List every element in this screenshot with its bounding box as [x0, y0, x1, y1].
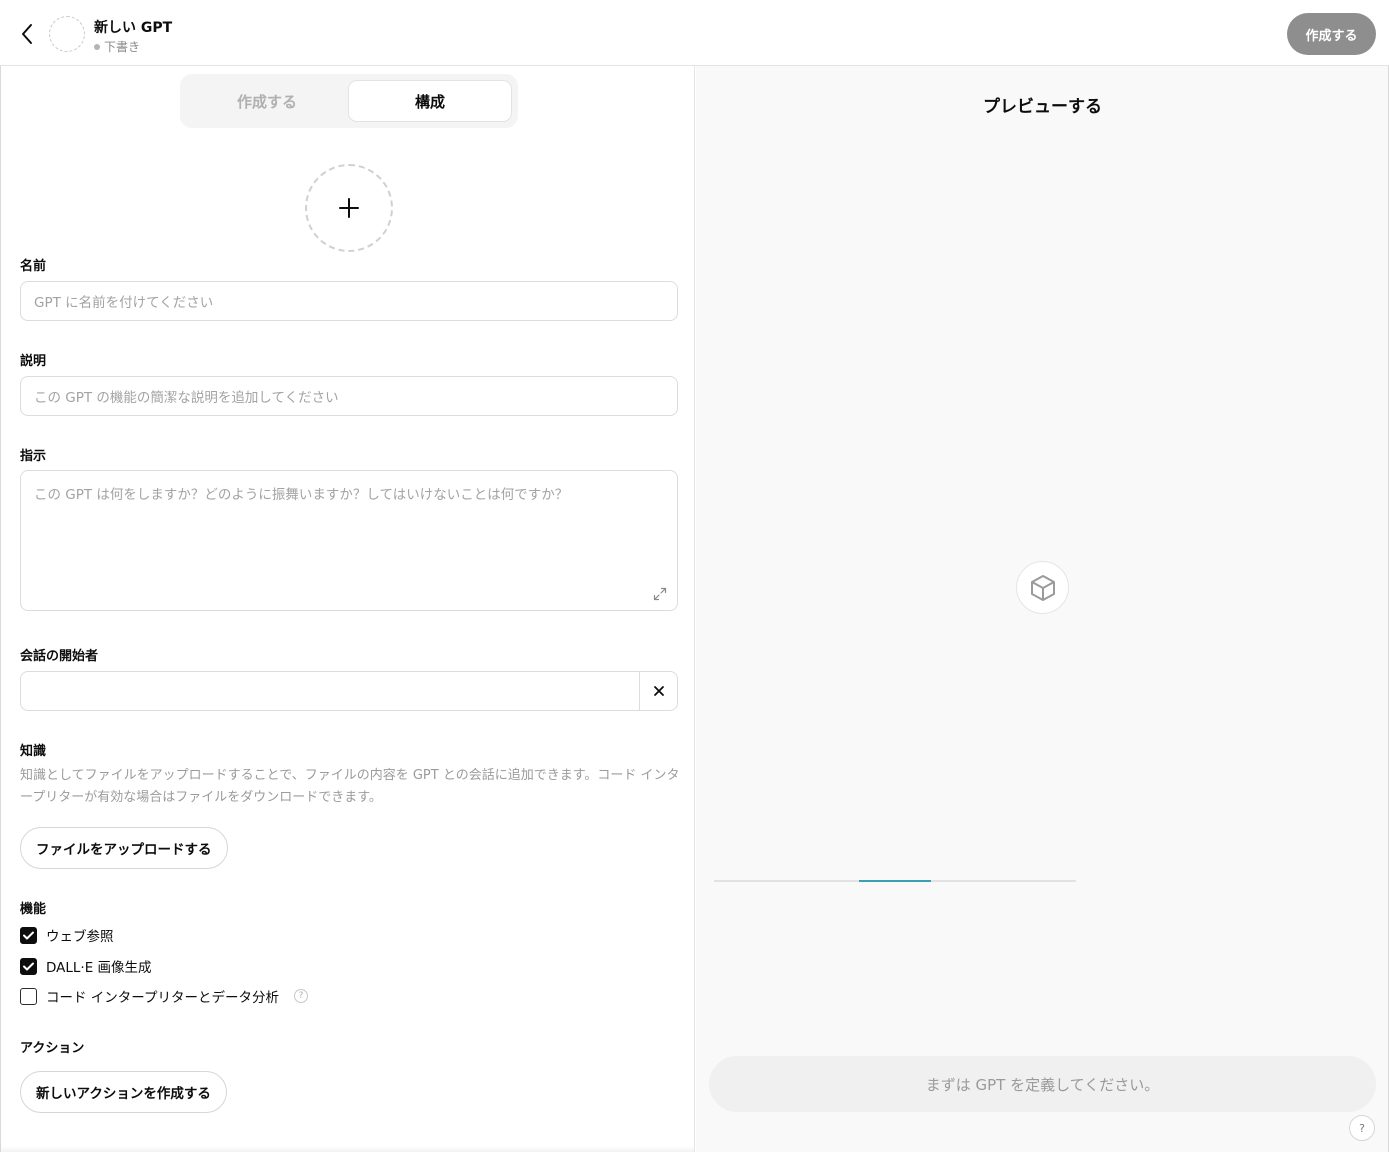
preview-panel: プレビューする まずは GPT を定義してください。 ? [696, 66, 1389, 1152]
tab-configure[interactable]: 構成 [348, 80, 512, 122]
create-button[interactable]: 作成する [1287, 13, 1376, 55]
scroll-fade [1, 1146, 694, 1152]
capabilities-label: 機能 [20, 902, 47, 917]
create-action-button[interactable]: 新しいアクションを作成する [20, 1071, 227, 1113]
actions-label: アクション [20, 1041, 85, 1056]
instructions-placeholder: この GPT は何をしますか？どのように振舞いますか？してはいけないことは何です… [34, 487, 569, 503]
preview-gpt-logo [1016, 561, 1069, 614]
capability-web-browsing: ウェブ参照 [20, 925, 114, 945]
back-button[interactable] [14, 20, 40, 48]
status-dot-icon [94, 43, 100, 50]
draft-status: 下書き [94, 38, 140, 55]
starters-label: 会話の開始者 [20, 649, 99, 664]
avatar-upload-button[interactable] [305, 164, 393, 252]
cube-icon [1030, 574, 1055, 601]
description-label: 説明 [20, 354, 47, 369]
plus-icon [339, 198, 359, 218]
knowledge-description: 知識としてファイルをアップロードすることで、ファイルの内容を GPT との会話に… [20, 768, 680, 805]
capability-code-interpreter: コード インタープリターとデータ分析 ? [20, 986, 308, 1006]
close-icon [653, 686, 664, 696]
code-interpreter-label: コード インタープリターとデータ分析 [46, 990, 279, 1006]
preview-prompt-input[interactable]: まずは GPT を定義してください。 [709, 1056, 1376, 1112]
instructions-label: 指示 [20, 449, 47, 464]
instructions-textarea[interactable]: この GPT は何をしますか？どのように振舞いますか？してはいけないことは何です… [20, 470, 678, 611]
description-placeholder: この GPT の機能の簡潔な説明を追加してください [34, 390, 339, 406]
image-generation-checkbox[interactable] [20, 957, 37, 975]
gpt-editor: 新しい GPT 下書き 作成する 作成する 構成 名前 GPT に名前を付けてく… [0, 0, 1389, 1152]
conversation-starter-row [20, 671, 678, 711]
web-browsing-label: ウェブ参照 [46, 929, 114, 945]
upload-files-button[interactable]: ファイルをアップロードする [20, 827, 228, 869]
preview-title: プレビューする [983, 97, 1102, 117]
preview-prompt-placeholder: まずは GPT を定義してください。 [925, 1075, 1160, 1094]
gpt-avatar-placeholder [49, 16, 85, 52]
loading-progress-fill [858, 880, 932, 882]
remove-starter-button[interactable] [639, 672, 677, 710]
name-input[interactable]: GPT に名前を付けてください [20, 281, 678, 321]
code-interpreter-checkbox[interactable] [20, 987, 37, 1005]
image-generation-label: DALL·E 画像生成 [46, 960, 152, 976]
chevron-left-icon [22, 24, 32, 44]
conversation-starter-input[interactable] [21, 672, 639, 710]
tab-create[interactable]: 作成する [186, 80, 348, 122]
question-icon[interactable]: ? [293, 989, 308, 1003]
checkmark-icon [23, 931, 34, 939]
checkmark-icon [23, 962, 34, 970]
expand-icon[interactable] [652, 586, 668, 602]
description-input[interactable]: この GPT の機能の簡潔な説明を追加してください [20, 376, 678, 416]
status-label: 下書き [104, 40, 141, 54]
name-placeholder: GPT に名前を付けてください [34, 295, 214, 311]
help-button[interactable]: ? [1349, 1115, 1375, 1141]
top-bar: 新しい GPT 下書き 作成する [0, 0, 1389, 66]
mode-tabs: 作成する 構成 [180, 74, 518, 128]
configure-panel: 作成する 構成 名前 GPT に名前を付けてください 説明 この GPT の機能… [0, 66, 695, 1152]
knowledge-label: 知識 [20, 744, 47, 759]
gpt-title: 新しい GPT [94, 20, 173, 36]
capability-image-generation: DALL·E 画像生成 [20, 956, 152, 976]
name-label: 名前 [20, 259, 47, 274]
web-browsing-checkbox[interactable] [20, 926, 37, 944]
loading-progress [714, 880, 1076, 882]
